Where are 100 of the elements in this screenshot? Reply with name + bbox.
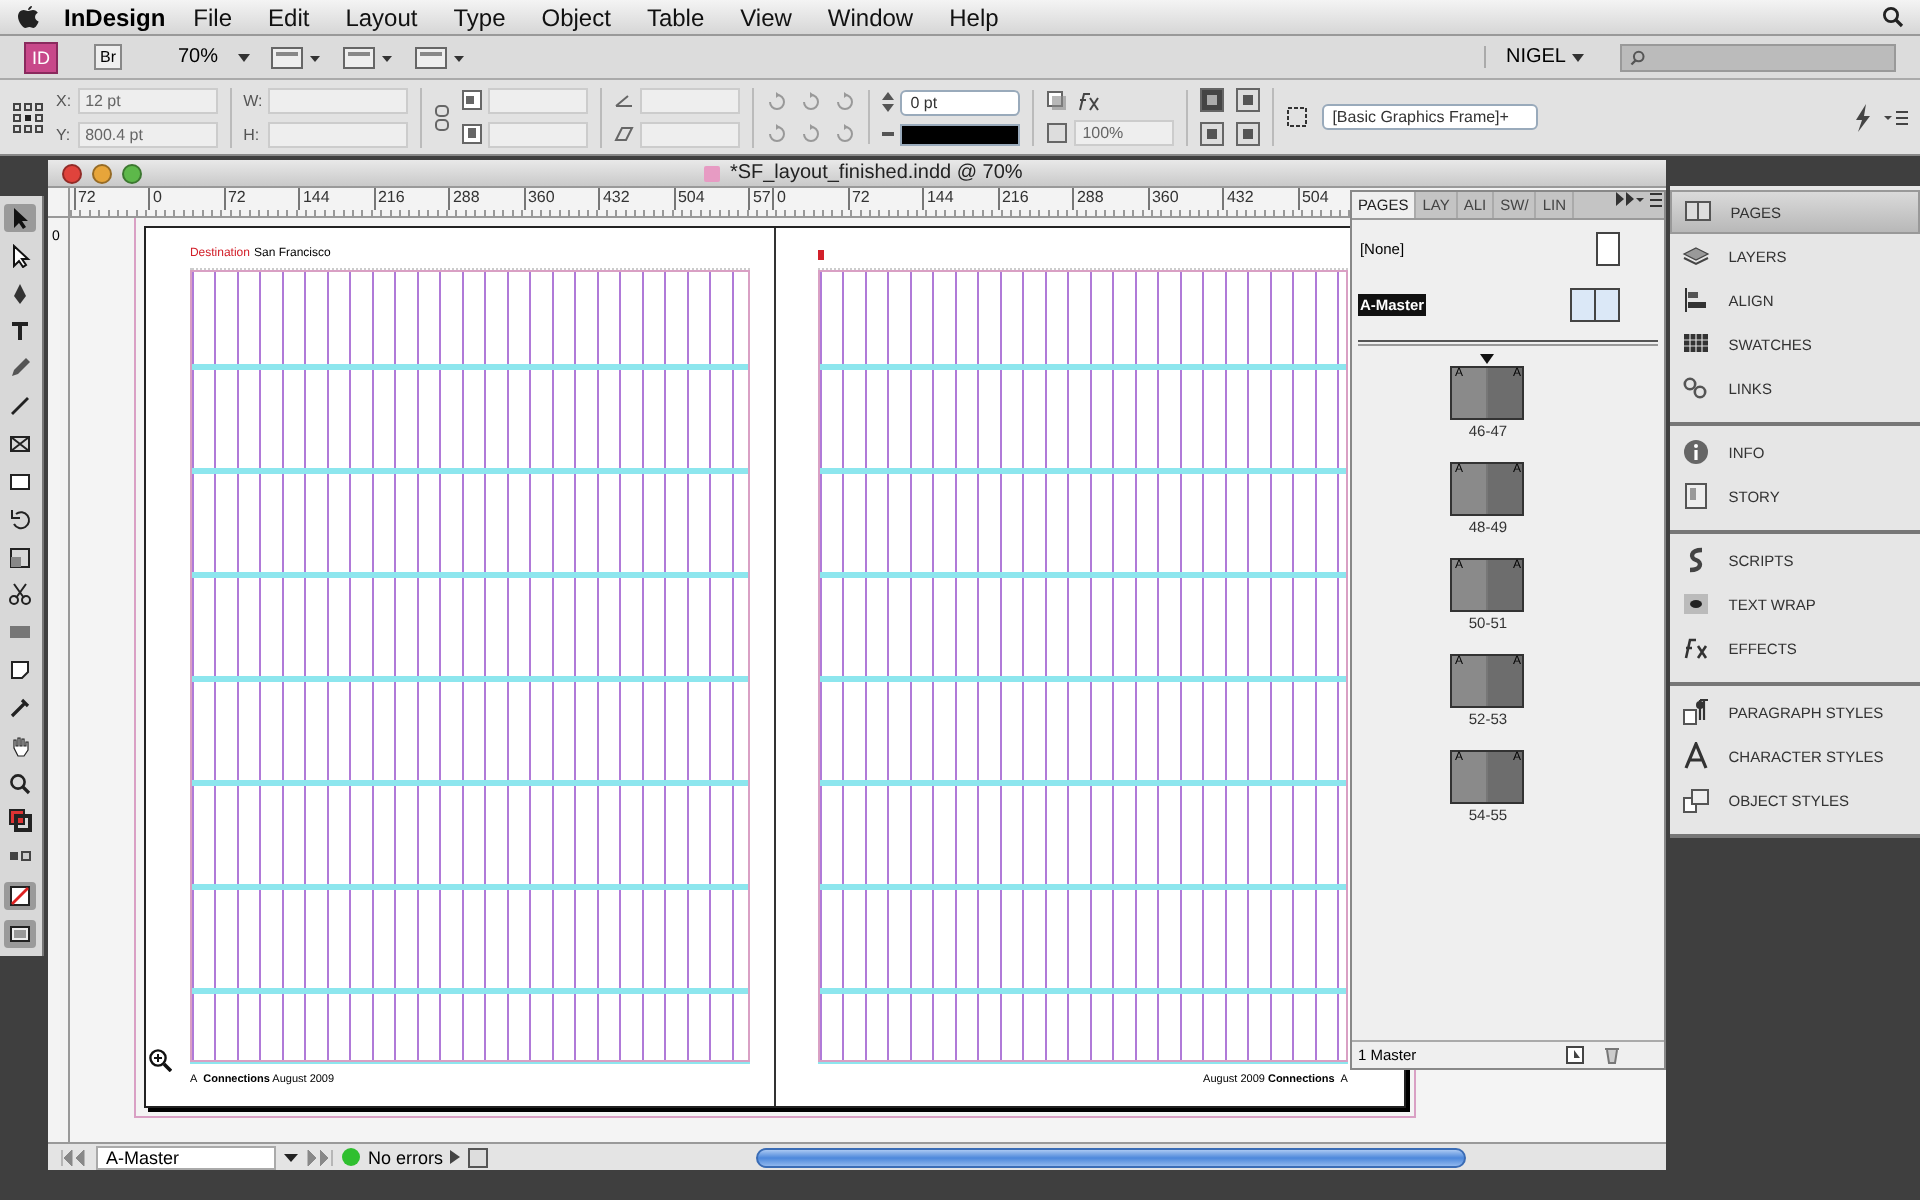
dropdown-arrow-icon[interactable] (283, 1153, 298, 1161)
panel-menu-icon[interactable] (1884, 109, 1908, 125)
scale-x-icon (462, 90, 483, 110)
note-tool-icon[interactable] (8, 658, 33, 683)
apple-icon (16, 4, 40, 30)
height-field[interactable] (268, 121, 409, 147)
text-wrap-shape-icon[interactable] (1200, 122, 1225, 146)
fill-stroke-icon[interactable] (8, 808, 33, 833)
text-wrap-box-icon[interactable] (1236, 88, 1261, 112)
menu-item[interactable]: File (193, 3, 233, 31)
shear-angle-icon (614, 126, 635, 142)
stroke-type-menu[interactable] (900, 123, 1021, 145)
object-icon (1682, 786, 1711, 814)
object-style-menu[interactable]: [Basic Graphics Frame]+ (1322, 104, 1539, 130)
trash-icon[interactable] (1603, 1046, 1620, 1064)
zoom-level-menu[interactable]: 70% (178, 46, 219, 68)
chain-link-icon[interactable] (434, 103, 451, 131)
open-document-icon[interactable] (468, 1147, 489, 1167)
ruler-label: 216 (997, 188, 1073, 210)
close-button[interactable] (61, 163, 82, 183)
ruler-label: 432 (1222, 188, 1298, 210)
screen-mode-icon[interactable] (8, 921, 33, 946)
caret-icon[interactable] (238, 53, 251, 61)
eyedropper-tool-icon[interactable] (8, 695, 33, 720)
menu-item[interactable]: Layout (345, 3, 418, 31)
ruler-label: 0 (148, 188, 224, 210)
y-position-field[interactable]: 800.4 pt (77, 121, 218, 147)
ruler-label: 72 (847, 188, 923, 210)
drop-shadow-icon[interactable] (1046, 89, 1069, 111)
apply-none-icon[interactable] (8, 884, 33, 909)
scale-y-field[interactable] (488, 121, 589, 147)
blank-page-icon (1595, 231, 1620, 265)
lightning-icon[interactable] (1854, 103, 1872, 131)
ruler-label: 504 (673, 188, 749, 210)
rotation-field[interactable] (640, 87, 741, 113)
ruler-label: 288 (448, 188, 524, 210)
field-label: H: (243, 125, 262, 143)
search-icon[interactable] (1882, 6, 1904, 28)
arrange-documents-icon[interactable] (414, 45, 467, 69)
ruler-label: 216 (373, 188, 449, 210)
screen-mode-icon[interactable] (342, 45, 395, 69)
effects-icon[interactable] (1074, 89, 1103, 111)
menu-item[interactable]: Type (453, 3, 506, 31)
bridge-button[interactable]: Br (94, 44, 122, 70)
pencil-tool-icon[interactable] (8, 356, 33, 381)
menu-item[interactable]: Edit (268, 3, 310, 31)
field-label: Y: (56, 125, 72, 143)
play-icon[interactable] (450, 1150, 461, 1164)
minimize-button[interactable] (91, 163, 112, 183)
app-menu[interactable]: InDesign (64, 3, 166, 31)
view-options-icon[interactable] (270, 45, 323, 69)
shear-field[interactable] (640, 121, 741, 147)
links-icon (1682, 374, 1711, 402)
wrap-icon (1682, 590, 1711, 618)
selection-tool-icon[interactable] (8, 205, 33, 230)
width-field[interactable] (268, 87, 409, 113)
two-page-spread-icon (1569, 287, 1620, 321)
character-icon (1682, 742, 1711, 770)
ruler-label: 144 (298, 188, 374, 210)
reference-point-icon[interactable] (12, 101, 44, 133)
rectangle-tool-icon[interactable] (8, 469, 33, 494)
ruler-label: 0 (772, 188, 848, 210)
double-arrow-icon[interactable] (1615, 192, 1636, 206)
scale-x-field[interactable] (488, 87, 589, 113)
field-label: X: (56, 91, 72, 109)
page-number-field[interactable]: A-Master (95, 1145, 276, 1169)
text-wrap-jump-icon[interactable] (1236, 122, 1261, 146)
rotate-angle-icon (614, 92, 635, 108)
type-tool-icon[interactable] (8, 318, 33, 343)
new-page-icon[interactable] (1565, 1046, 1584, 1064)
text-wrap-none-icon[interactable] (1200, 88, 1225, 112)
search-field[interactable] (1620, 43, 1896, 71)
first-page-icon[interactable] (59, 1149, 88, 1165)
workspace-menu[interactable]: NIGEL (1483, 46, 1600, 68)
panel-menu-icon[interactable] (1635, 192, 1664, 208)
menu-item[interactable]: View (740, 3, 792, 31)
direct-selection-tool-icon[interactable] (8, 243, 33, 268)
menu-item[interactable]: Help (949, 3, 999, 31)
scrollbar-thumb[interactable] (756, 1147, 1467, 1167)
opacity-field[interactable]: 100% (1074, 119, 1175, 145)
menu-item[interactable]: Table (646, 3, 705, 31)
stroke-weight-field[interactable]: 0 pt (900, 89, 1021, 115)
paragraph-icon (1682, 698, 1711, 726)
text-frame-marker-icon (818, 249, 825, 259)
scale-tool-icon[interactable] (8, 545, 33, 570)
opacity-icon (1046, 121, 1069, 143)
hand-tool-icon[interactable] (8, 733, 33, 758)
zoom-button[interactable] (121, 163, 142, 183)
x-position-field[interactable]: 12 pt (77, 87, 218, 113)
frame-tool-icon[interactable] (8, 431, 33, 456)
effects-icon (1682, 634, 1711, 662)
rotate-tool-icon[interactable] (8, 507, 33, 532)
menu-item[interactable]: Object (541, 3, 611, 31)
scale-y-icon (462, 124, 483, 144)
menu-item[interactable]: Window (827, 3, 914, 31)
scissors-tool-icon[interactable] (8, 582, 33, 607)
stroke-weight-icon (882, 92, 895, 112)
line-tool-icon[interactable] (8, 394, 33, 419)
zoom-tool-icon[interactable] (8, 771, 33, 796)
caret-icon (1572, 54, 1584, 62)
